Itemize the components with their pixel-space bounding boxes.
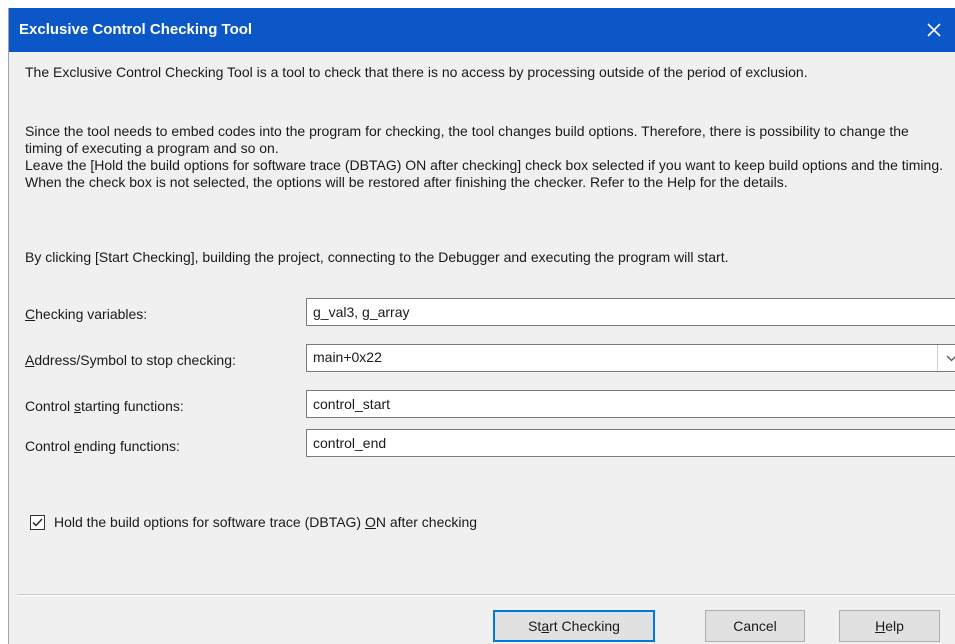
chevron-down-icon <box>946 355 955 361</box>
button-label-prefix: St <box>528 618 542 634</box>
hold-options-label[interactable]: Hold the build options for software trac… <box>54 514 477 530</box>
label-accelerator: e <box>74 438 82 454</box>
dialog-window: Exclusive Control Checking Tool The Excl… <box>8 8 955 644</box>
dropdown-button[interactable] <box>937 345 955 371</box>
label-text: hecking variables: <box>35 306 148 322</box>
stop-address-combobox[interactable]: main+0x22 <box>306 344 955 372</box>
button-label-accelerator: a <box>541 618 550 634</box>
start-functions-input[interactable] <box>306 390 955 418</box>
button-label-text: Cancel <box>733 618 777 634</box>
stop-address-label: Address/Symbol to stop checking: <box>25 352 236 368</box>
description-intro: The Exclusive Control Checking Tool is a… <box>25 64 808 80</box>
label-text: ddress/Symbol to stop checking: <box>34 352 236 368</box>
help-button[interactable]: Help <box>839 610 940 642</box>
button-label-text: rt Checking <box>549 618 620 634</box>
label-accelerator: s <box>74 398 82 414</box>
end-functions-label: Control ending functions: <box>25 438 180 454</box>
description-hold-option: Leave the [Hold the build options for so… <box>25 157 944 190</box>
start-functions-label: Control starting functions: <box>25 398 184 414</box>
footer-separator <box>17 594 955 596</box>
label-prefix: Control <box>25 398 75 414</box>
label-prefix: Hold the build options for software trac… <box>54 514 365 530</box>
checkmark-icon <box>32 518 43 527</box>
label-accelerator: O <box>364 514 376 530</box>
label-text: N after checking <box>375 514 478 530</box>
checking-variables-label: Checking variables: <box>25 306 147 322</box>
stop-address-value: main+0x22 <box>313 349 382 365</box>
label-prefix: Control <box>25 438 75 454</box>
close-button[interactable] <box>912 8 955 52</box>
close-icon <box>927 23 941 37</box>
button-label-text: elp <box>885 618 904 634</box>
start-checking-button[interactable]: St a rt Checking <box>493 610 655 642</box>
label-accelerator: A <box>25 352 35 368</box>
title-bar[interactable]: Exclusive Control Checking Tool <box>9 8 955 52</box>
description-start: By clicking [Start Checking], building t… <box>25 249 729 265</box>
label-text: tarting functions: <box>81 398 184 414</box>
dialog-title: Exclusive Control Checking Tool <box>19 21 253 38</box>
button-label-accelerator: H <box>875 618 886 634</box>
end-functions-input[interactable] <box>306 429 955 457</box>
description-build-options: Since the tool needs to embed codes into… <box>25 123 909 156</box>
checking-variables-input[interactable] <box>306 298 955 326</box>
label-text: nding functions: <box>81 438 180 454</box>
label-accelerator: C <box>25 306 36 322</box>
cancel-button[interactable]: Cancel <box>705 610 805 642</box>
hold-options-checkbox[interactable] <box>30 515 45 530</box>
